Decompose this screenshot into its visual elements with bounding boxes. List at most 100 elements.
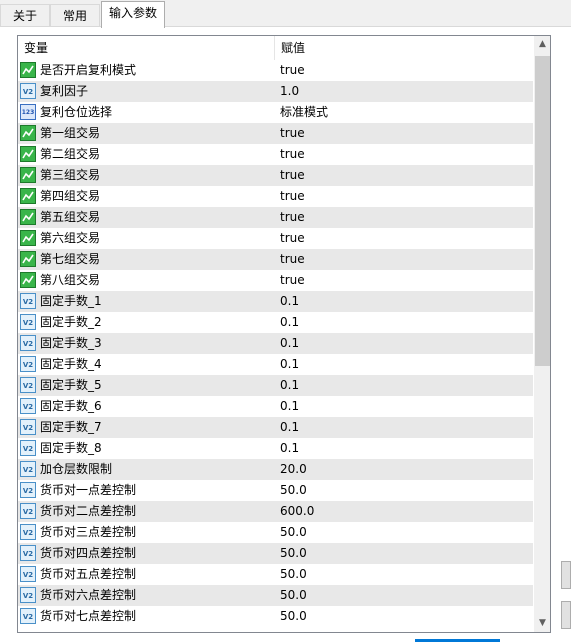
- table-row[interactable]: V2 固定手数_8 0.1: [18, 438, 533, 459]
- param-value[interactable]: 标准模式: [280, 102, 328, 123]
- table-row[interactable]: 第三组交易 true: [18, 165, 533, 186]
- param-name: 复利仓位选择: [40, 105, 113, 119]
- param-name: 第三组交易: [40, 168, 101, 182]
- param-value[interactable]: true: [280, 144, 305, 165]
- number-param-icon: V2: [20, 524, 36, 540]
- number-param-icon: V2: [20, 377, 36, 393]
- param-name: 固定手数_5: [40, 378, 102, 392]
- table-row[interactable]: 第四组交易 true: [18, 186, 533, 207]
- tab-about[interactable]: 关于: [0, 4, 50, 26]
- table-row[interactable]: V2 货币对三点差控制 50.0: [18, 522, 533, 543]
- table-row[interactable]: V2 固定手数_4 0.1: [18, 354, 533, 375]
- table-row[interactable]: 第七组交易 true: [18, 249, 533, 270]
- table-row[interactable]: 123 复利仓位选择 标准模式: [18, 102, 533, 123]
- table-row[interactable]: V2 货币对四点差控制 50.0: [18, 543, 533, 564]
- param-value[interactable]: true: [280, 249, 305, 270]
- param-value[interactable]: 50.0: [280, 480, 307, 501]
- param-value[interactable]: 50.0: [280, 585, 307, 606]
- column-header-variable[interactable]: 变量: [18, 36, 274, 60]
- table-row[interactable]: V2 货币对五点差控制 50.0: [18, 564, 533, 585]
- param-value[interactable]: true: [280, 228, 305, 249]
- tab-strip: 关于 常用 输入参数: [0, 0, 571, 28]
- param-name: 货币对一点差控制: [40, 483, 137, 497]
- param-name: 第六组交易: [40, 231, 101, 245]
- number-param-icon: V2: [20, 398, 36, 414]
- param-name: 固定手数_6: [40, 399, 102, 413]
- table-row[interactable]: V2 固定手数_7 0.1: [18, 417, 533, 438]
- param-value[interactable]: 50.0: [280, 606, 307, 627]
- param-name: 货币对七点差控制: [40, 609, 137, 623]
- param-value[interactable]: 0.1: [280, 312, 299, 333]
- param-value[interactable]: 0.1: [280, 417, 299, 438]
- table-row[interactable]: V2 固定手数_3 0.1: [18, 333, 533, 354]
- param-name: 固定手数_1: [40, 294, 102, 308]
- table-row[interactable]: 第六组交易 true: [18, 228, 533, 249]
- param-name: 固定手数_3: [40, 336, 102, 350]
- table-row[interactable]: V2 固定手数_6 0.1: [18, 396, 533, 417]
- bool-param-icon: [20, 188, 36, 204]
- number-param-icon: V2: [20, 461, 36, 477]
- chart-line-icon: [22, 191, 34, 201]
- tab-input-params[interactable]: 输入参数: [101, 1, 165, 28]
- param-name: 第七组交易: [40, 252, 101, 266]
- param-value[interactable]: 600.0: [280, 501, 314, 522]
- chevron-down-icon[interactable]: ▼: [534, 615, 550, 632]
- table-row[interactable]: V2 货币对一点差控制 50.0: [18, 480, 533, 501]
- bool-param-icon: [20, 230, 36, 246]
- bool-param-icon: [20, 62, 36, 78]
- param-value[interactable]: 0.1: [280, 333, 299, 354]
- param-value[interactable]: 0.1: [280, 291, 299, 312]
- param-value[interactable]: true: [280, 270, 305, 291]
- param-value[interactable]: true: [280, 60, 305, 81]
- table-row[interactable]: V2 加仓层数限制 20.0: [18, 459, 533, 480]
- param-value[interactable]: true: [280, 165, 305, 186]
- vertical-scrollbar[interactable]: ▲ ▼: [534, 36, 550, 632]
- bool-param-icon: [20, 272, 36, 288]
- table-row[interactable]: 第二组交易 true: [18, 144, 533, 165]
- table-row[interactable]: V2 复利因子 1.0: [18, 81, 533, 102]
- tab-common[interactable]: 常用: [50, 4, 100, 26]
- chart-line-icon: [22, 254, 34, 264]
- param-value[interactable]: 0.1: [280, 438, 299, 459]
- param-name: 固定手数_7: [40, 420, 102, 434]
- chart-line-icon: [22, 170, 34, 180]
- column-header-value[interactable]: 赋值: [275, 36, 531, 60]
- number-param-icon: V2: [20, 419, 36, 435]
- param-value[interactable]: 50.0: [280, 522, 307, 543]
- number-param-icon: V2: [20, 545, 36, 561]
- table-row[interactable]: V2 固定手数_2 0.1: [18, 312, 533, 333]
- param-name: 货币对三点差控制: [40, 525, 137, 539]
- chevron-up-icon[interactable]: ▲: [534, 36, 550, 53]
- param-value[interactable]: 0.1: [280, 375, 299, 396]
- table-row[interactable]: 第一组交易 true: [18, 123, 533, 144]
- side-button-1[interactable]: [561, 561, 571, 589]
- param-value[interactable]: 50.0: [280, 564, 307, 585]
- table-row[interactable]: 是否开启复利模式 true: [18, 60, 533, 81]
- param-value[interactable]: 0.1: [280, 354, 299, 375]
- param-value[interactable]: 0.1: [280, 396, 299, 417]
- table-row[interactable]: V2 固定手数_1 0.1: [18, 291, 533, 312]
- param-value[interactable]: true: [280, 123, 305, 144]
- param-value[interactable]: 1.0: [280, 81, 299, 102]
- parameter-rows: 是否开启复利模式 true V2 复利因子 1.0 123 复利仓位选择 标准模式 第一组交易 t…: [18, 60, 533, 627]
- number-param-icon: V2: [20, 356, 36, 372]
- param-value[interactable]: 20.0: [280, 459, 307, 480]
- bool-param-icon: [20, 167, 36, 183]
- param-value[interactable]: true: [280, 207, 305, 228]
- table-row[interactable]: V2 货币对七点差控制 50.0: [18, 606, 533, 627]
- table-row[interactable]: V2 固定手数_5 0.1: [18, 375, 533, 396]
- param-name: 固定手数_8: [40, 441, 102, 455]
- table-row[interactable]: 第八组交易 true: [18, 270, 533, 291]
- table-row[interactable]: V2 货币对二点差控制 600.0: [18, 501, 533, 522]
- number-param-icon: V2: [20, 566, 36, 582]
- scrollbar-thumb[interactable]: [535, 56, 550, 366]
- number-param-icon: V2: [20, 608, 36, 624]
- side-button-2[interactable]: [561, 601, 571, 629]
- param-value[interactable]: true: [280, 186, 305, 207]
- table-row[interactable]: V2 货币对六点差控制 50.0: [18, 585, 533, 606]
- number-param-icon: V2: [20, 335, 36, 351]
- table-row[interactable]: 第五组交易 true: [18, 207, 533, 228]
- number-param-icon: V2: [20, 482, 36, 498]
- param-value[interactable]: 50.0: [280, 543, 307, 564]
- chart-line-icon: [22, 65, 34, 75]
